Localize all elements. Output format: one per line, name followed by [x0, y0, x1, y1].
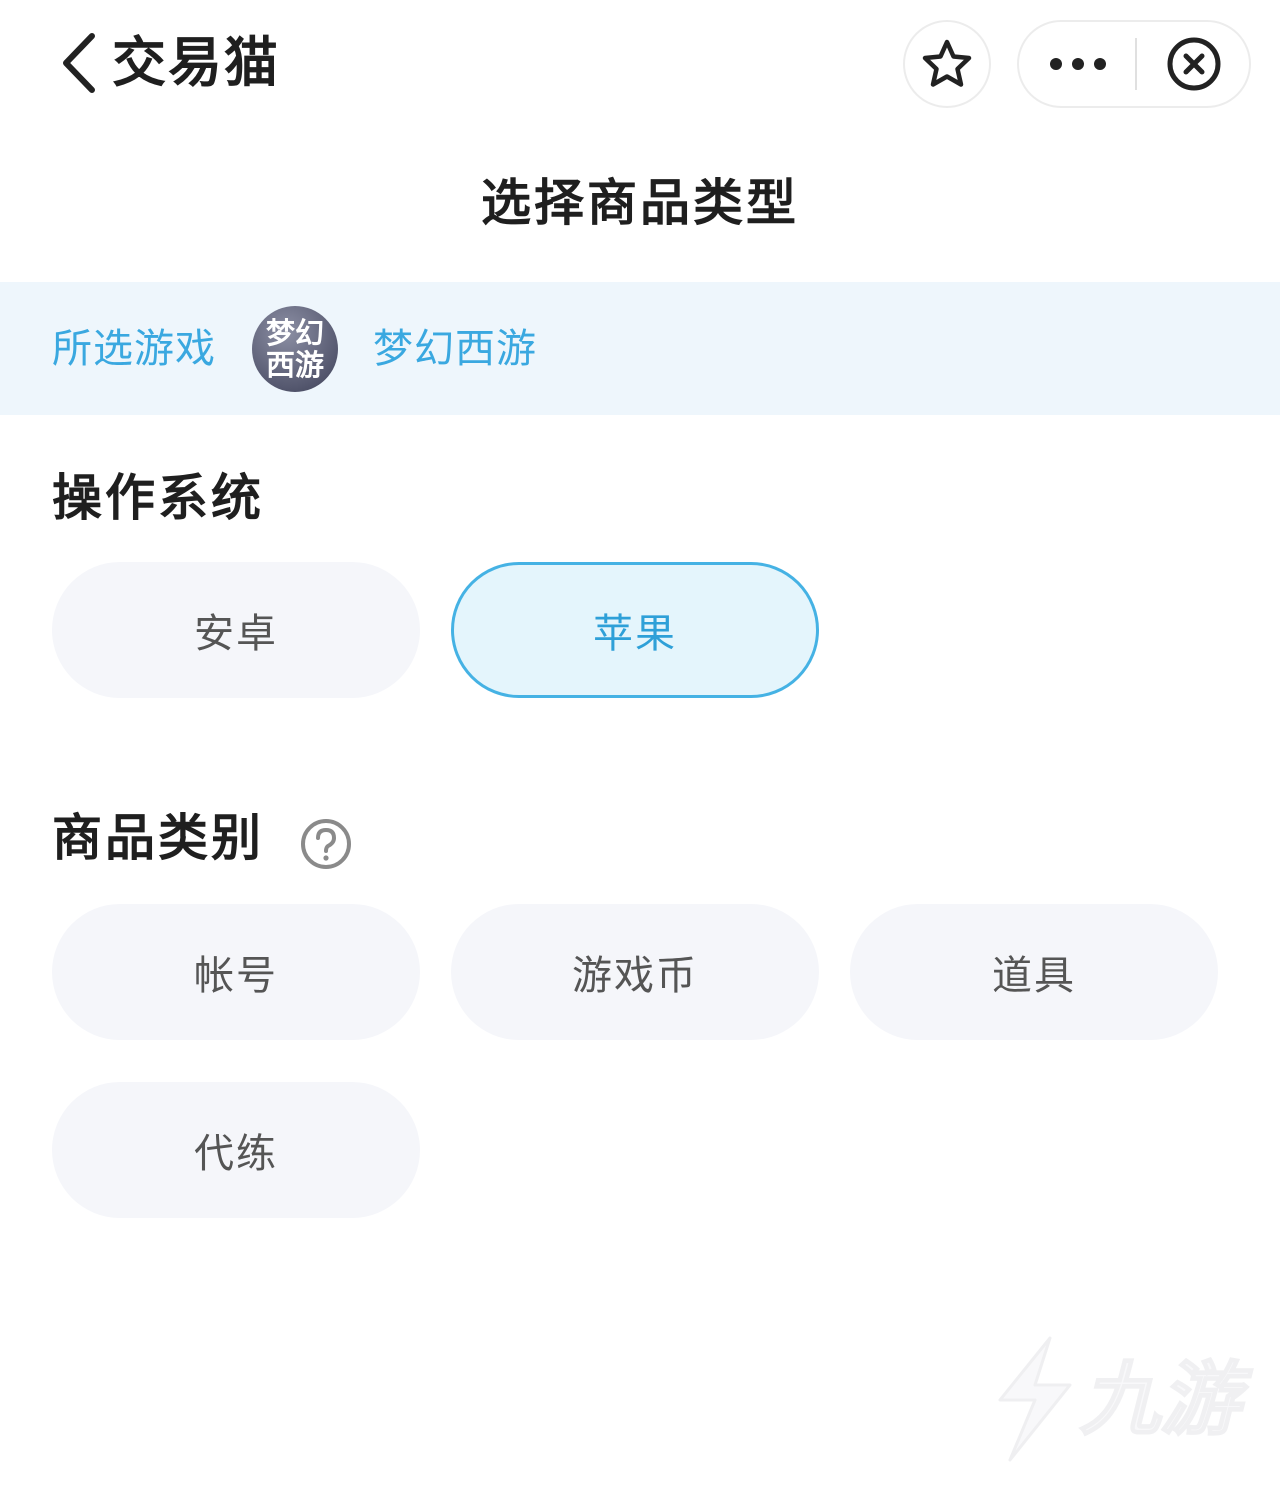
category-option-account[interactable]: 帐号	[52, 904, 420, 1040]
category-help-button[interactable]	[300, 818, 352, 870]
game-logo: 梦幻 西游	[252, 306, 338, 392]
watermark-text: 九游	[1079, 1352, 1241, 1447]
more-button[interactable]	[1019, 22, 1136, 106]
star-icon	[922, 39, 972, 87]
category-section-title: 商品类别	[52, 809, 264, 867]
category-option-item[interactable]: 道具	[850, 904, 1218, 1040]
watermark-logo-icon	[998, 1336, 1072, 1462]
more-dots-icon	[1049, 58, 1106, 70]
favorite-button[interactable]	[903, 20, 991, 108]
game-logo-line2: 西游	[265, 348, 324, 382]
watermark: 九游	[980, 1330, 1250, 1470]
app-title: 交易猫	[112, 31, 280, 94]
category-option-boosting[interactable]: 代练	[52, 1082, 420, 1218]
selected-game-name: 梦幻西游	[373, 326, 537, 372]
selected-game-banner: 所选游戏 梦幻 西游 梦幻西游	[0, 282, 1280, 415]
game-logo-line1: 梦幻	[265, 316, 324, 350]
os-section-title: 操作系统	[52, 469, 264, 527]
page-title: 选择商品类型	[481, 174, 799, 232]
close-button[interactable]	[1137, 22, 1251, 106]
capsule-menu	[1017, 20, 1251, 108]
page: 交易猫 选择商品类型 所选游戏 梦幻 西游 梦幻西游 操作系统 安卓 苹果 商品…	[0, 0, 1280, 1492]
mini-program-topbar: 交易猫	[0, 0, 1280, 128]
help-question-icon	[301, 819, 351, 869]
selected-game-label: 所选游戏	[52, 326, 216, 372]
back-button[interactable]	[52, 28, 108, 98]
close-circle-icon	[1167, 37, 1221, 91]
os-option-ios[interactable]: 苹果	[451, 562, 819, 698]
back-arrow-icon	[63, 33, 95, 93]
category-option-game-coin[interactable]: 游戏币	[451, 904, 819, 1040]
os-option-android[interactable]: 安卓	[52, 562, 420, 698]
